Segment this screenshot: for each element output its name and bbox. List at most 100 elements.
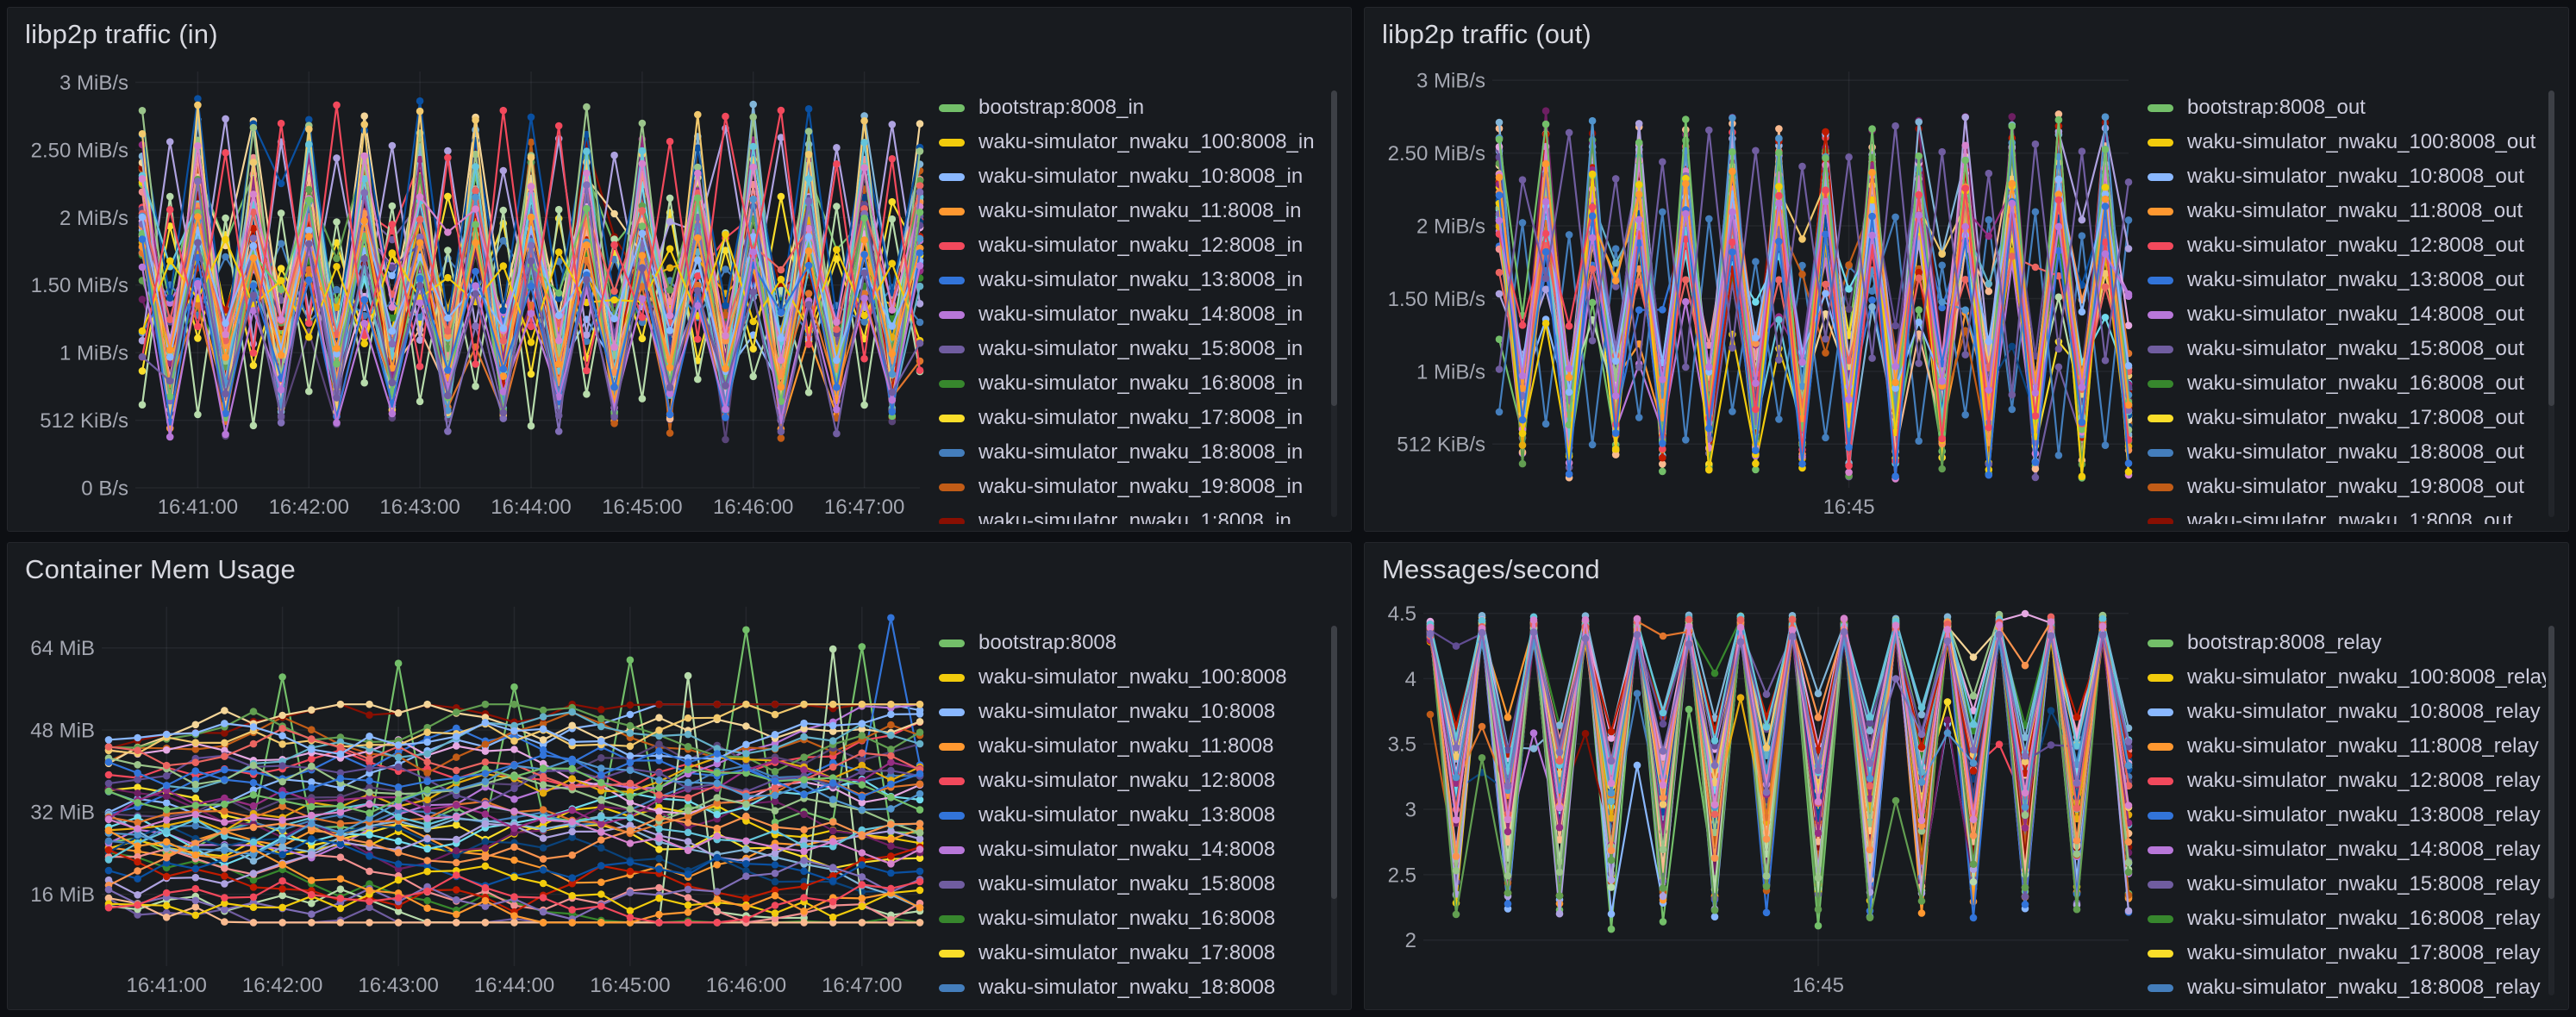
x-tick-label: 16:43:00 (379, 496, 460, 519)
legend-item[interactable]: waku-simulator_nwaku_16:8008_out (2148, 366, 2546, 401)
legend-item[interactable]: bootstrap:8008_relay (2148, 626, 2546, 660)
legend-label: bootstrap:8008 (979, 631, 1116, 655)
legend-item[interactable]: waku-simulator_nwaku_16:8008 (939, 902, 1329, 936)
legend-item[interactable]: bootstrap:8008_in (939, 90, 1329, 125)
legend-label: waku-simulator_nwaku_18:8008_in (979, 440, 1303, 465)
legend-label: waku-simulator_nwaku_12:8008_relay (2187, 769, 2541, 793)
legend-item[interactable]: waku-simulator_nwaku_12:8008 (939, 764, 1329, 798)
legend-swatch (2148, 208, 2173, 215)
chart-area: 64 MiB48 MiB32 MiB16 MiB16:41:0016:42:00… (18, 590, 930, 1002)
legend-item[interactable]: waku-simulator_nwaku_14:8008_in (939, 297, 1329, 332)
x-tick-label: 16:43:00 (358, 974, 438, 997)
legend-item[interactable]: waku-simulator_nwaku_16:8008_relay (2148, 902, 2546, 936)
legend-scrollbar[interactable] (2548, 626, 2554, 995)
legend-scrollbar[interactable] (1331, 90, 1337, 517)
legend-item[interactable]: waku-simulator_nwaku_13:8008_out (2148, 263, 2546, 297)
legend-swatch (939, 915, 965, 923)
panel-title[interactable]: Container Mem Usage (18, 550, 1341, 590)
legend-item[interactable]: waku-simulator_nwaku_11:8008_relay (2148, 729, 2546, 764)
legend-item[interactable]: waku-simulator_nwaku_17:8008 (939, 936, 1329, 970)
legend-item[interactable]: waku-simulator_nwaku_100:8008 (939, 660, 1329, 695)
legend-item[interactable]: bootstrap:8008 (939, 626, 1329, 660)
legend-item[interactable]: waku-simulator_nwaku_19:8008_out (2148, 470, 2546, 504)
legend-label: waku-simulator_nwaku_11:8008_in (979, 199, 1301, 223)
legend-item[interactable]: waku-simulator_nwaku_11:8008 (939, 729, 1329, 764)
legend-item[interactable]: waku-simulator_nwaku_17:8008_relay (2148, 936, 2546, 970)
legend-item[interactable]: waku-simulator_nwaku_13:8008_in (939, 263, 1329, 297)
chart-canvas[interactable]: 3 MiB/s2.50 MiB/s2 MiB/s1.50 MiB/s1 MiB/… (1375, 54, 2139, 524)
y-tick-label: 1 MiB/s (59, 342, 128, 365)
legend-label: waku-simulator_nwaku_1:8008_out (2187, 509, 2513, 524)
legend-item[interactable]: waku-simulator_nwaku_15:8008_relay (2148, 867, 2546, 902)
x-tick-label: 16:45 (1823, 496, 1875, 519)
x-tick-label: 16:42:00 (269, 496, 349, 519)
chart-canvas[interactable]: 3 MiB/s2.50 MiB/s2 MiB/s1.50 MiB/s1 MiB/… (18, 54, 930, 524)
legend-item[interactable]: waku-simulator_nwaku_100:8008_out (2148, 125, 2546, 159)
legend-item[interactable]: waku-simulator_nwaku_16:8008_in (939, 366, 1329, 401)
legend-swatch (2148, 950, 2173, 958)
legend-item[interactable]: waku-simulator_nwaku_15:8008_out (2148, 332, 2546, 366)
panel-title[interactable]: libp2p traffic (in) (18, 15, 1341, 54)
legend-item[interactable]: waku-simulator_nwaku_100:8008_relay (2148, 660, 2546, 695)
legend-scrollbar[interactable] (1331, 626, 1337, 995)
legend-item[interactable]: waku-simulator_nwaku_12:8008_out (2148, 228, 2546, 263)
legend: bootstrap:8008_out waku-simulator_nwaku_1… (2139, 54, 2558, 524)
panel-body: 4.543.532.5216:45 bootstrap:8008_relaywa… (1375, 590, 2558, 1002)
legend-item[interactable]: waku-simulator_nwaku_19:8008_in (939, 470, 1329, 504)
legend-swatch (939, 449, 965, 457)
legend-scrollbar[interactable] (2548, 90, 2554, 517)
legend-item[interactable]: waku-simulator_nwaku_10:8008 (939, 695, 1329, 729)
legend-swatch (2148, 173, 2173, 181)
legend-item[interactable]: bootstrap:8008_out (2148, 90, 2546, 125)
legend-label: waku-simulator_nwaku_100:8008_out (2187, 130, 2535, 154)
legend-label: waku-simulator_nwaku_18:8008 (979, 976, 1275, 1000)
y-tick-label: 1 MiB/s (1416, 360, 1485, 384)
legend-scrollbar-thumb[interactable] (2548, 626, 2554, 899)
legend-item[interactable]: waku-simulator_nwaku_17:8008_out (2148, 401, 2546, 435)
legend-label: waku-simulator_nwaku_10:8008_in (979, 165, 1303, 189)
legend-item[interactable]: waku-simulator_nwaku_10:8008_in (939, 159, 1329, 194)
legend-item[interactable]: waku-simulator_nwaku_15:8008 (939, 867, 1329, 902)
legend-item[interactable]: waku-simulator_nwaku_10:8008_relay (2148, 695, 2546, 729)
x-tick-label: 16:42:00 (242, 974, 322, 997)
legend-item[interactable]: waku-simulator_nwaku_14:8008 (939, 833, 1329, 867)
y-tick-label: 1.50 MiB/s (31, 274, 128, 297)
legend-item[interactable]: waku-simulator_nwaku_17:8008_in (939, 401, 1329, 435)
legend-item[interactable]: waku-simulator_nwaku_11:8008_out (2148, 194, 2546, 228)
legend-item[interactable]: waku-simulator_nwaku_18:8008_in (939, 435, 1329, 470)
legend-swatch (939, 139, 965, 147)
legend-item[interactable]: waku-simulator_nwaku_14:8008_relay (2148, 833, 2546, 867)
legend-item[interactable]: waku-simulator_nwaku_11:8008_in (939, 194, 1329, 228)
legend-label: bootstrap:8008_relay (2187, 631, 2382, 655)
legend-item[interactable]: waku-simulator_nwaku_12:8008_in (939, 228, 1329, 263)
legend-scrollbar-thumb[interactable] (1331, 90, 1337, 406)
legend-item[interactable]: waku-simulator_nwaku_13:8008 (939, 798, 1329, 833)
legend-item[interactable]: waku-simulator_nwaku_1:8008_out (2148, 504, 2546, 524)
legend-item[interactable]: waku-simulator_nwaku_12:8008_relay (2148, 764, 2546, 798)
legend-label: waku-simulator_nwaku_15:8008_out (2187, 337, 2524, 361)
y-tick-label: 2 MiB/s (59, 207, 128, 230)
chart-canvas[interactable]: 64 MiB48 MiB32 MiB16 MiB16:41:0016:42:00… (18, 590, 930, 1002)
legend-item[interactable]: waku-simulator_nwaku_18:8008_relay (2148, 970, 2546, 1002)
legend-item[interactable]: waku-simulator_nwaku_13:8008_relay (2148, 798, 2546, 833)
legend-label: waku-simulator_nwaku_13:8008_out (2187, 268, 2524, 292)
legend-scrollbar-thumb[interactable] (1331, 626, 1337, 899)
legend-item[interactable]: waku-simulator_nwaku_18:8008_out (2148, 435, 2546, 470)
legend-item[interactable]: waku-simulator_nwaku_18:8008 (939, 970, 1329, 1002)
legend-swatch (939, 346, 965, 353)
legend-item[interactable]: waku-simulator_nwaku_100:8008_in (939, 125, 1329, 159)
panel-title[interactable]: Messages/second (1375, 550, 2558, 590)
legend-item[interactable]: waku-simulator_nwaku_15:8008_in (939, 332, 1329, 366)
legend-swatch (2148, 346, 2173, 353)
legend-swatch (939, 674, 965, 682)
legend-item[interactable]: waku-simulator_nwaku_1:8008_in (939, 504, 1329, 524)
legend-item[interactable]: waku-simulator_nwaku_10:8008_out (2148, 159, 2546, 194)
legend-swatch (939, 173, 965, 181)
x-tick-label: 16:41:00 (158, 496, 238, 519)
legend-scrollbar-thumb[interactable] (2548, 90, 2554, 406)
x-tick-label: 16:47:00 (824, 496, 904, 519)
panel-title[interactable]: libp2p traffic (out) (1375, 15, 2558, 54)
chart-canvas[interactable]: 4.543.532.5216:45 (1375, 590, 2139, 1002)
legend-item[interactable]: waku-simulator_nwaku_14:8008_out (2148, 297, 2546, 332)
legend-swatch (939, 640, 965, 647)
